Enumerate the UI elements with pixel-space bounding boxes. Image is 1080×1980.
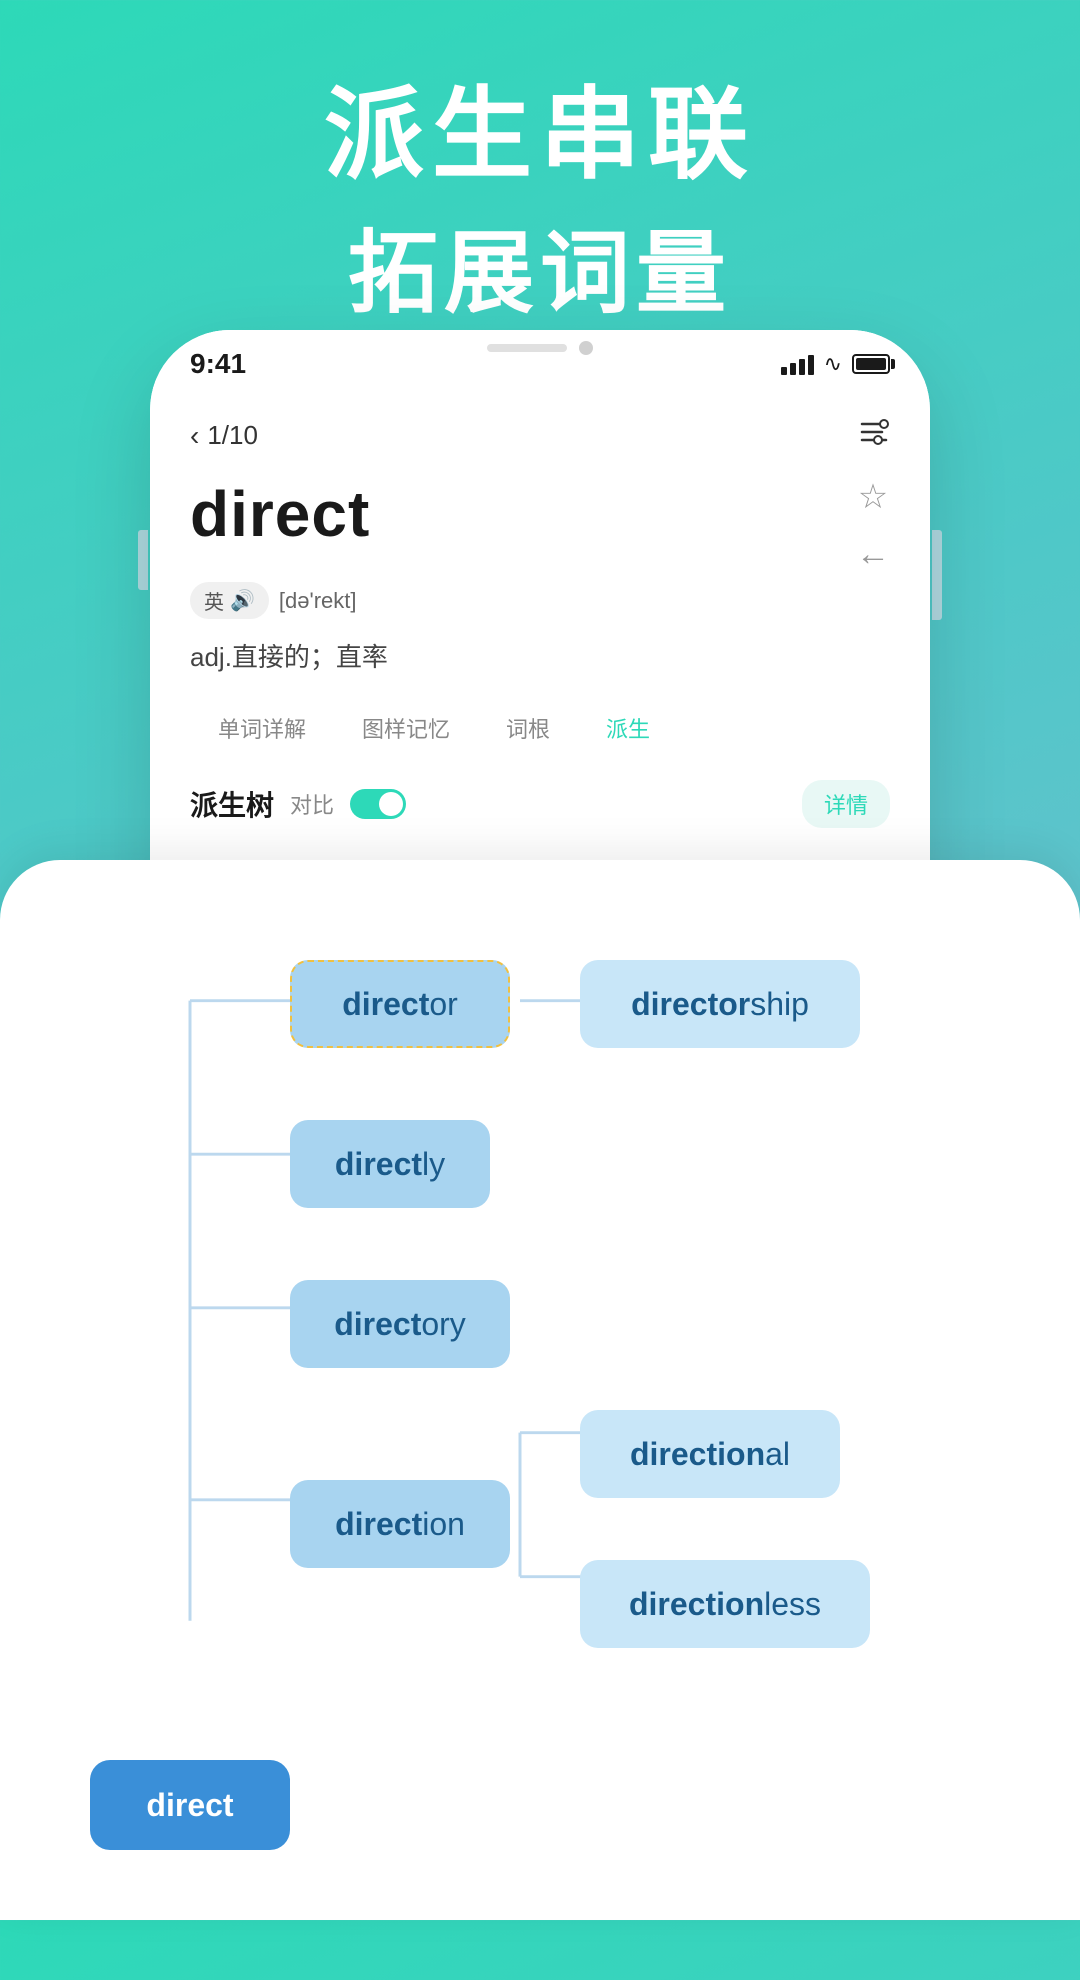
word-section: direct ☆ ← [190,477,890,574]
tab-image-memory[interactable]: 图样记忆 [334,702,478,754]
node-directly[interactable]: directly [290,1120,490,1208]
node-directory-label: directory [334,1306,466,1343]
node-directory[interactable]: directory [290,1280,510,1368]
node-direct-label: direct [146,1787,233,1824]
phone-notch [420,330,660,366]
node-directorship[interactable]: directorship [580,960,860,1048]
node-directionless[interactable]: directionless [580,1560,870,1648]
nav-progress: 1/10 [207,420,258,451]
node-directional-label: directional [630,1436,790,1473]
tabs-row: 单词详解 图样记忆 词根 派生 [190,702,890,754]
chevron-left-icon: ‹ [190,420,199,452]
node-director-label: director [342,986,458,1023]
word-title: direct [190,477,370,551]
tree-connectors [50,920,1030,1880]
back-button[interactable]: ‹ 1/10 [190,420,258,452]
settings-icon[interactable] [858,418,890,453]
wifi-icon: ∿ [824,351,842,377]
compare-toggle[interactable] [350,789,406,819]
header-line1: 派生串联 [0,80,1080,190]
notch-speaker [487,344,567,352]
phone-side-button-right [932,530,942,620]
derivation-title-group: 派生树 对比 [190,784,406,824]
sound-icon: 🔊 [230,588,255,613]
header-line2: 拓展词量 [0,200,1080,330]
status-icons: ∿ [781,351,890,377]
node-directly-label: directly [335,1146,445,1183]
node-directional[interactable]: directional [580,1410,840,1498]
node-director[interactable]: director [290,960,510,1048]
derivation-header: 派生树 对比 详情 [190,780,890,828]
signal-icon [781,353,814,375]
word-tree-card: direct director directorship directly di… [0,860,1080,1920]
node-directorship-label: directorship [631,986,809,1023]
node-direction-label: direction [335,1506,465,1543]
language-badge[interactable]: 英 🔊 [190,582,269,619]
phone-side-button-left [138,530,148,590]
node-directionless-label: directionless [629,1586,821,1623]
language-label: 英 [204,586,224,615]
detail-button[interactable]: 详情 [802,780,890,828]
phone-time: 9:41 [190,348,246,380]
header-section: 派生串联 拓展词量 [0,0,1080,330]
phonetic-text: [də'rekt] [279,588,357,614]
tree-container: direct director directorship directly di… [50,920,1030,1880]
tab-word-detail[interactable]: 单词详解 [190,702,334,754]
derivation-title: 派生树 [190,784,274,824]
word-action-icons: ☆ ← [856,477,890,574]
node-direction[interactable]: direction [290,1480,510,1568]
word-definition: adj.直接的；直率 [190,637,890,674]
nav-bar: ‹ 1/10 [190,418,890,453]
star-icon[interactable]: ☆ [858,477,888,517]
compare-label: 对比 [290,788,334,820]
arrow-back-icon[interactable]: ← [856,535,890,574]
battery-icon [852,354,890,374]
pronunciation-row: 英 🔊 [də'rekt] [190,582,890,619]
notch-camera [579,341,593,355]
tab-root[interactable]: 词根 [478,702,578,754]
tab-derivation[interactable]: 派生 [578,702,678,754]
node-direct[interactable]: direct [90,1760,290,1850]
